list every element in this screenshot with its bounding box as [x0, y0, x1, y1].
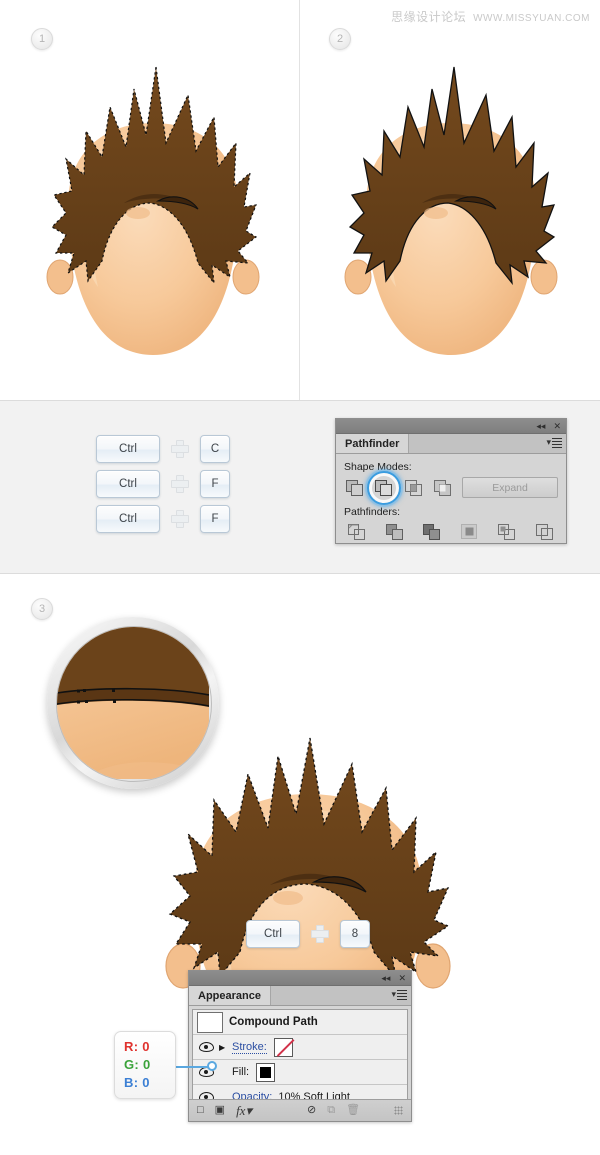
shape-mode-unite[interactable]: [344, 478, 366, 497]
rgb-green-label: G:: [124, 1057, 140, 1072]
pathfinder-merge[interactable]: [421, 522, 443, 541]
pathfinder-body: Shape Modes: Expand Pathfinders:: [336, 454, 566, 541]
key-8[interactable]: 8: [340, 920, 370, 948]
key-f[interactable]: F: [200, 470, 230, 498]
panel-menu-icon[interactable]: ▾: [546, 437, 562, 448]
shape-modes-row: Expand: [344, 470, 558, 505]
tab-pathfinder[interactable]: Pathfinder: [336, 434, 410, 453]
key-ctrl[interactable]: Ctrl: [96, 435, 160, 463]
appearance-titlebar: ◂◂ ✕: [189, 971, 411, 986]
pathfinder-panel: ◂◂ ✕ Pathfinder ▾ Shape Modes: Expand Pa…: [335, 418, 567, 544]
step-badge-3: 3: [31, 598, 53, 620]
plus-icon: [171, 510, 189, 528]
stroke-swatch-none[interactable]: [273, 1037, 293, 1057]
appearance-footer: □ ▣ fx▾ ⊘ ⧉ 🗑: [189, 1099, 411, 1121]
rgb-blue-value: 0: [142, 1075, 150, 1090]
pathfinder-trim[interactable]: [384, 522, 406, 541]
watermark-en: WWW.MISSYUAN.COM: [473, 13, 590, 24]
appearance-row-fill[interactable]: Fill:: [193, 1060, 407, 1085]
artwork-head-step1: [38, 55, 268, 355]
duplicate-item-icon[interactable]: ⧉: [327, 1105, 335, 1116]
visibility-toggle-stroke[interactable]: [193, 1042, 219, 1052]
delete-item-icon[interactable]: 🗑: [346, 1105, 360, 1116]
collapse-icon[interactable]: ◂◂: [536, 421, 545, 431]
callout-endpoint: [207, 1061, 217, 1071]
watermark: 思缘设计论坛 WWW.MISSYUAN.COM: [391, 8, 590, 25]
pathfinder-minus-back[interactable]: [534, 522, 556, 541]
vertical-divider: [299, 0, 300, 401]
fill-label: Fill:: [232, 1066, 250, 1078]
expand-button[interactable]: Expand: [462, 477, 558, 498]
object-title: Compound Path: [229, 1016, 318, 1028]
appearance-list: Compound Path ▶ Stroke: Fill: Opacity: 1…: [192, 1009, 408, 1110]
stroke-label[interactable]: Stroke:: [232, 1041, 267, 1054]
rgb-red-value: 0: [142, 1039, 150, 1054]
rgb-value-callout: R: 0 G: 0 B: 0: [114, 1031, 176, 1099]
eye-icon: [198, 1042, 214, 1052]
shape-mode-intersect[interactable]: [403, 478, 425, 497]
pathfinder-tabbar: Pathfinder ▾: [336, 434, 566, 454]
panel-menu-icon[interactable]: ▾: [391, 989, 407, 1000]
artwork-head-step2: [336, 55, 566, 355]
appearance-object-row[interactable]: Compound Path: [193, 1010, 407, 1035]
new-fill-icon[interactable]: ▣: [215, 1105, 225, 1116]
fill-swatch-black[interactable]: [256, 1062, 276, 1082]
shortcut-row-1: Ctrl C: [96, 435, 230, 463]
rgb-red-label: R:: [124, 1039, 139, 1054]
appearance-panel: ◂◂ ✕ Appearance ▾ Compound Path ▶ Stroke…: [188, 970, 412, 1122]
close-icon[interactable]: ✕: [398, 973, 406, 983]
rgb-green-value: 0: [142, 1057, 151, 1072]
plus-icon: [171, 440, 189, 458]
appearance-tabbar: Appearance ▾: [189, 986, 411, 1006]
new-stroke-icon[interactable]: □: [197, 1105, 204, 1116]
tab-appearance[interactable]: Appearance: [189, 986, 271, 1005]
tab-label: Pathfinder: [345, 437, 400, 450]
key-ctrl[interactable]: Ctrl: [96, 470, 160, 498]
pathfinder-crop[interactable]: [459, 522, 481, 541]
key-c[interactable]: C: [200, 435, 230, 463]
shortcut-row-bottom: Ctrl 8: [246, 920, 370, 948]
key-ctrl[interactable]: Ctrl: [96, 505, 160, 533]
plus-icon: [171, 475, 189, 493]
key-f[interactable]: F: [200, 505, 230, 533]
resize-grip[interactable]: [394, 1106, 403, 1115]
watermark-cn: 思缘设计论坛: [391, 10, 467, 24]
plus-icon: [311, 925, 329, 943]
shape-mode-minus-front[interactable]: [367, 470, 402, 505]
key-ctrl[interactable]: Ctrl: [246, 920, 300, 948]
pathfinder-outline[interactable]: [496, 522, 518, 541]
pathfinders-row: [344, 522, 558, 541]
appearance-row-stroke[interactable]: ▶ Stroke:: [193, 1035, 407, 1060]
step-badge-2: 2: [329, 28, 351, 50]
expand-label: Expand: [492, 481, 528, 494]
rgb-blue-label: B:: [124, 1075, 139, 1090]
clear-appearance-icon[interactable]: ⊘: [307, 1105, 316, 1116]
shortcut-row-2: Ctrl F: [96, 470, 230, 498]
tutorial-image: 思缘设计论坛 WWW.MISSYUAN.COM 1 2 3 Ctrl C Ctr…: [0, 0, 600, 1155]
close-icon[interactable]: ✕: [553, 421, 561, 431]
rgb-blue-line: B: 0: [124, 1074, 175, 1092]
tab-label: Appearance: [198, 989, 261, 1002]
step-badge-1: 1: [31, 28, 53, 50]
shape-mode-exclude[interactable]: [433, 478, 455, 497]
fx-icon[interactable]: fx▾: [236, 1104, 252, 1117]
rgb-red-line: R: 0: [124, 1038, 175, 1056]
rgb-green-line: G: 0: [124, 1056, 175, 1074]
pathfinder-divide[interactable]: [346, 522, 368, 541]
object-thumbnail: [197, 1011, 223, 1033]
collapse-icon[interactable]: ◂◂: [381, 973, 390, 983]
pathfinder-titlebar: ◂◂ ✕: [336, 419, 566, 434]
shortcut-row-3: Ctrl F: [96, 505, 230, 533]
expand-arrow-icon[interactable]: ▶: [219, 1043, 232, 1052]
pathfinders-label: Pathfinders:: [344, 506, 401, 518]
